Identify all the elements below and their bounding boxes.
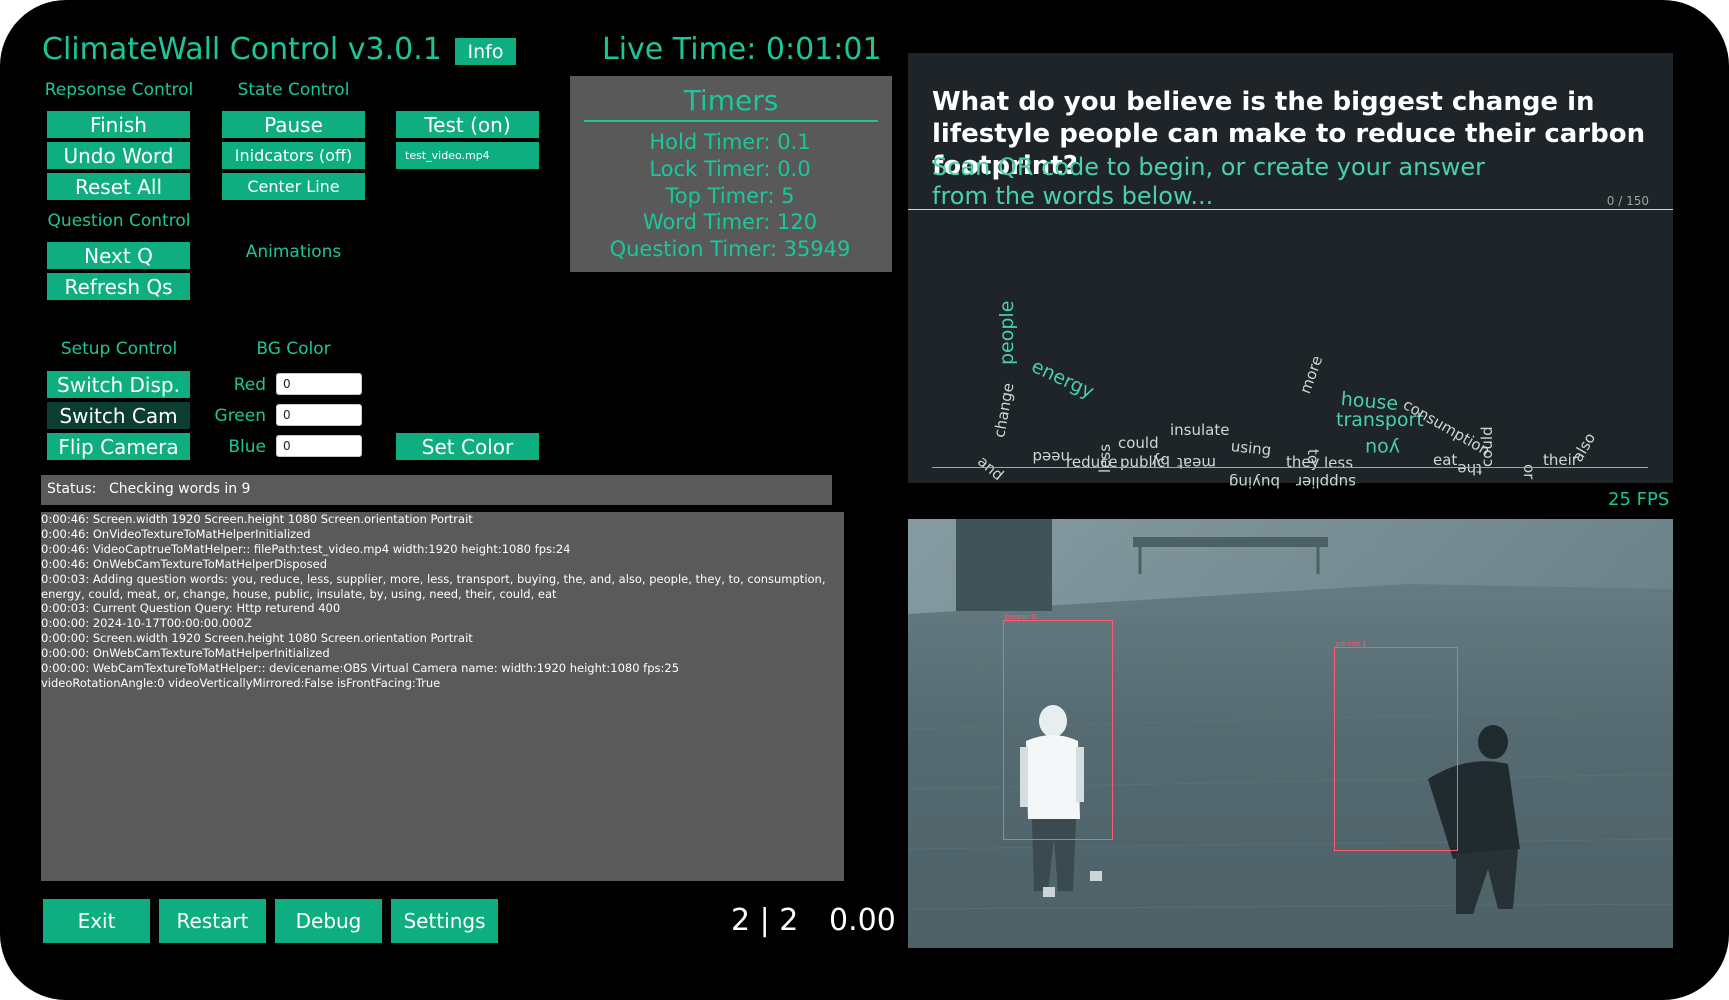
person-1-bounding-box [1334, 647, 1458, 851]
bg-color-heading: BG Color [256, 339, 331, 359]
log-line: energy, could, meat, or, change, house, … [41, 586, 557, 601]
word-chip[interactable]: insulate [1170, 421, 1229, 439]
log-line: 0:00:03: Current Question Query: Http re… [41, 601, 341, 616]
green-input[interactable] [276, 404, 362, 426]
instruction-line-1: Scan QR code to begin, or create your an… [932, 153, 1486, 181]
info-button[interactable]: Info [455, 38, 516, 65]
log-line: 0:00:03: Adding question words: you, red… [41, 571, 826, 586]
person-0-bounding-box [1003, 620, 1113, 840]
refresh-questions-button[interactable]: Refresh Qs [47, 273, 190, 300]
fps-readout: 25 FPS [1608, 489, 1670, 510]
word-chip[interactable]: and [974, 452, 1007, 484]
hold-timer: Hold Timer: 0.1 [649, 130, 811, 154]
word-chip[interactable]: supplier [1296, 473, 1356, 491]
timers-heading: Timers [683, 84, 779, 117]
word-chip[interactable]: need [1033, 448, 1071, 466]
setup-control-heading: Setup Control [60, 339, 178, 359]
finish-button[interactable]: Finish [47, 111, 190, 138]
timers-divider [584, 120, 878, 122]
word-chip[interactable]: could [1478, 426, 1496, 467]
word-chip[interactable]: less [1324, 454, 1353, 472]
baseline [932, 467, 1648, 468]
test-file-field[interactable]: test_video.mp4 [396, 142, 539, 169]
red-label: Red [233, 375, 266, 395]
word-timer: Word Timer: 120 [642, 210, 818, 234]
log-lines: 0:00:46: Screen.width 1920 Screen.height… [41, 512, 844, 691]
reset-all-button[interactable]: Reset All [47, 173, 190, 200]
blue-label: Blue [228, 437, 266, 457]
state-control-heading: State Control [237, 80, 350, 100]
animations-label[interactable]: Animations [222, 242, 365, 262]
word-cloud[interactable]: people energy change and need reduce less could… [908, 213, 1673, 491]
log-line: 0:00:46: VideoCaptrueToMatHelper:: fileP… [41, 541, 571, 556]
word-chip[interactable]: people [996, 301, 1018, 365]
live-time-value: 0:01:01 [765, 32, 882, 67]
question-timer: Question Timer: 35949 [609, 237, 851, 261]
log-line: 0:00:00: Screen.width 1920 Screen.height… [41, 631, 473, 646]
word-chip[interactable]: could [1118, 434, 1159, 452]
app-title: ClimateWall Control v3.0.1 [42, 32, 442, 67]
input-underline [908, 209, 1673, 210]
person-0-label: person 0 [1005, 613, 1036, 621]
blue-input[interactable] [276, 435, 362, 457]
top-timer: Top Timer: 5 [665, 184, 795, 208]
green-label: Green [214, 406, 266, 426]
word-chip[interactable]: to [1304, 449, 1322, 464]
word-chip[interactable]: change [990, 382, 1017, 439]
question-control-heading: Question Control [47, 211, 191, 231]
live-time: Live Time: 0:01:01 [602, 32, 882, 67]
word-chip[interactable]: meat [1177, 454, 1216, 472]
log-line: 0:00:46: OnWebCamTextureToMatHelperDispo… [41, 556, 328, 571]
exit-button[interactable]: Exit [43, 899, 150, 943]
log-line: 0:00:00: WebCamTextureToMatHelper:: devi… [41, 661, 680, 676]
log-line: 0:00:46: Screen.width 1920 Screen.height… [41, 512, 473, 526]
restart-button[interactable]: Restart [159, 899, 266, 943]
question-display: What do you believe is the biggest chang… [908, 53, 1673, 491]
next-question-button[interactable]: Next Q [47, 242, 190, 269]
lock-timer: Lock Timer: 0.0 [649, 157, 811, 181]
log-console[interactable]: 0:00:46: Screen.width 1920 Screen.height… [41, 512, 844, 881]
settings-button[interactable]: Settings [391, 899, 498, 943]
app-window: ClimateWall Control v3.0.1 Info Live Tim… [0, 0, 1729, 1000]
switch-display-button[interactable]: Switch Disp. [47, 371, 190, 398]
word-chip[interactable]: less [1096, 444, 1114, 473]
undo-word-button[interactable]: Undo Word [47, 142, 190, 169]
indicators-toggle-button[interactable]: Inidcators (off) [222, 142, 365, 169]
value-readout: 0.00 [829, 903, 896, 938]
test-toggle-button[interactable]: Test (on) [396, 111, 539, 138]
flip-camera-button[interactable]: Flip Camera [47, 433, 190, 460]
pause-button[interactable]: Pause [222, 111, 365, 138]
status-bar: Status: Checking words in 9 [41, 475, 832, 505]
camera-feed: person 0 person 1 [908, 519, 1673, 948]
status-label: Status: [47, 481, 97, 497]
log-line: 0:00:00: OnWebCamTextureToMatHelperIniti… [41, 646, 330, 661]
word-chip[interactable]: energy [1028, 355, 1097, 403]
word-chip[interactable]: more [1296, 353, 1326, 396]
switch-camera-button[interactable]: Switch Cam [47, 402, 190, 429]
word-chip[interactable]: using [1230, 437, 1272, 459]
word-chip[interactable]: public [1120, 453, 1165, 471]
debug-button[interactable]: Debug [275, 899, 382, 943]
word-chip[interactable]: buying [1229, 473, 1280, 491]
red-input[interactable] [276, 373, 362, 395]
person-1-label: person 1 [1336, 640, 1367, 648]
word-chip[interactable]: you [1365, 437, 1400, 459]
live-time-label: Live Time: [602, 32, 757, 67]
instruction-line-2: from the words below... [932, 182, 1214, 210]
log-line: 0:00:00: 2024-10-17T00:00:00.000Z [41, 616, 252, 631]
response-counter: 2 | 2 [731, 903, 799, 938]
log-line: 0:00:46: OnVideoTextureToMatHelperInitia… [41, 526, 311, 541]
response-control-heading: Repsonse Control [44, 80, 194, 100]
log-line: videoRotationAngle:0 videoVerticallyMirr… [41, 675, 441, 690]
center-line-button[interactable]: Center Line [222, 173, 365, 200]
status-value: Checking words in 9 [109, 481, 251, 497]
timers-panel: Timers Hold Timer: 0.1 Lock Timer: 0.0 T… [570, 76, 892, 272]
set-color-button[interactable]: Set Color [396, 433, 539, 460]
character-count: 0 / 150 [1606, 194, 1649, 208]
